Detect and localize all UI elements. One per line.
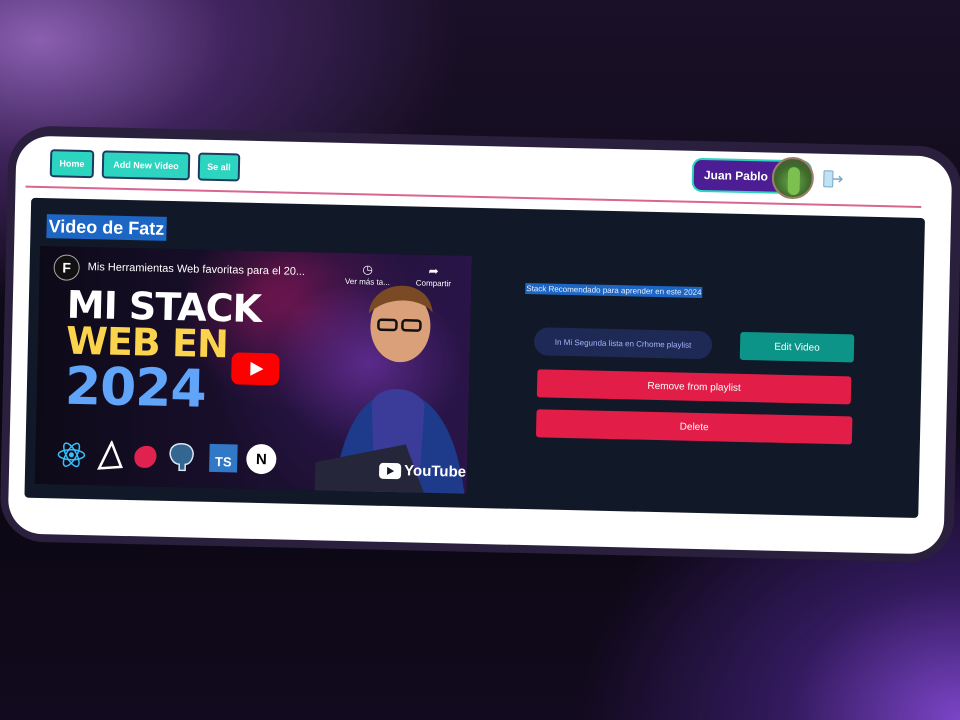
react-icon xyxy=(55,438,88,471)
remove-from-playlist-button[interactable]: Remove from playlist xyxy=(536,369,852,405)
typescript-badge: TS xyxy=(209,443,238,473)
see-all-button[interactable]: Se all xyxy=(197,152,241,182)
share-label: Compartir xyxy=(415,278,452,289)
youtube-icon xyxy=(378,462,402,479)
video-card: Video de Fatz MI STACK WEB EN 2024 F Mis… xyxy=(24,197,925,518)
user-name: Juan Pablo xyxy=(703,168,769,184)
video-card-title: Video de Fatz xyxy=(46,214,167,241)
add-new-video-button[interactable]: Add New Video xyxy=(101,150,191,181)
watch-later-label: Ver más ta... xyxy=(344,276,390,287)
thumbnail-person xyxy=(314,285,465,494)
youtube-logo[interactable]: YouTube xyxy=(378,462,467,481)
logout-icon[interactable] xyxy=(822,168,844,190)
play-icon[interactable] xyxy=(231,352,280,386)
app-window: Home Add New Video Se all Juan Pablo Vid… xyxy=(7,135,953,555)
thumbnail-line-3: 2024 xyxy=(64,356,207,420)
nextjs-icon: N xyxy=(245,443,278,476)
avatar-figure xyxy=(787,166,801,196)
avatar[interactable] xyxy=(771,156,815,200)
edit-video-button[interactable]: Edit Video xyxy=(739,331,855,363)
clock-icon: ◷ xyxy=(362,262,374,277)
delete-button[interactable]: Delete xyxy=(535,409,853,445)
youtube-label: YouTube xyxy=(403,462,467,481)
video-embed[interactable]: MI STACK WEB EN 2024 F Mis Herramientas … xyxy=(34,245,473,494)
watch-later-button[interactable]: ◷ Ver más ta... xyxy=(339,261,396,287)
channel-avatar[interactable]: F xyxy=(53,254,80,281)
share-icon: ➦ xyxy=(428,263,439,279)
playlist-chip[interactable]: In Mi Segunda lista en Crhome playlist xyxy=(533,327,713,360)
home-button[interactable]: Home xyxy=(49,149,95,179)
share-button[interactable]: ➦ Compartir xyxy=(405,262,462,289)
nextjs-badge: N xyxy=(246,443,277,475)
embed-video-title[interactable]: Mis Herramientas Web favoritas para el 2… xyxy=(88,261,306,278)
channel-initial: F xyxy=(62,259,72,276)
postgresql-icon xyxy=(165,441,198,474)
prisma-icon xyxy=(93,439,126,472)
typescript-icon: TS xyxy=(207,442,240,475)
video-description: Stack Recomendado para aprender en este … xyxy=(525,283,703,299)
nestjs-icon xyxy=(129,440,162,473)
